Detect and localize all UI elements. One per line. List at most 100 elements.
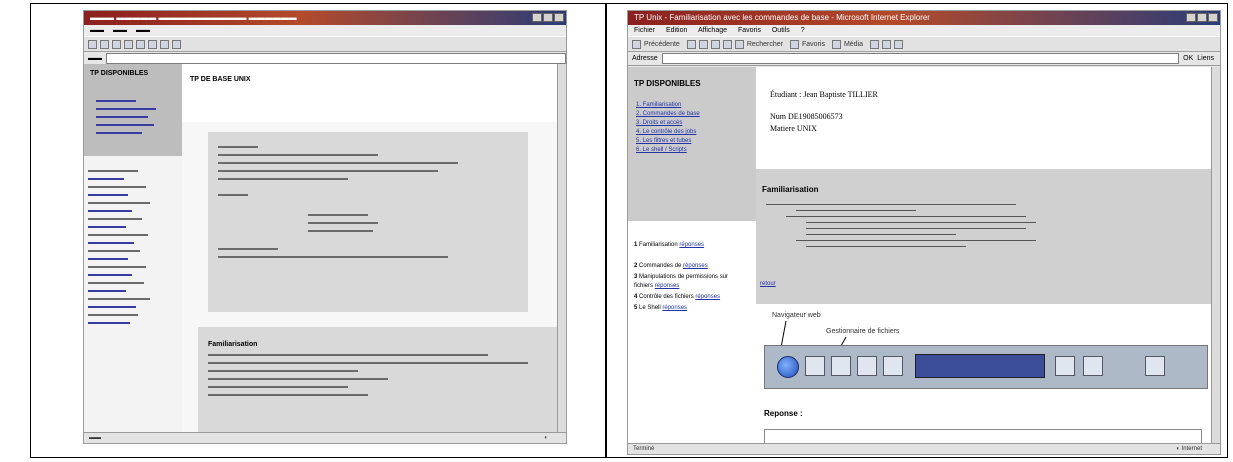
left-address-field[interactable] [106,53,566,64]
left-menu-item[interactable]: ▬▬ [90,27,104,34]
annotation-web-browser: Navigateur web [772,312,821,319]
left-window-controls[interactable] [532,13,564,22]
refresh-icon[interactable] [710,39,720,49]
forward-icon[interactable] [686,39,696,49]
maximize-icon[interactable] [543,13,553,22]
student-name: Étudiant : Jean Baptiste TILLIER [770,90,878,99]
right-sidebar-links: 1. Familiarisation 2. Commandes de base … [636,101,700,155]
left-sidebar-link[interactable] [96,132,142,134]
sidebar-link-2[interactable]: 2. Commandes de base [636,110,700,119]
answer-link-3[interactable]: réponses [655,283,680,289]
go-button[interactable]: OK [1183,55,1193,62]
answer-link-5[interactable]: réponses [662,305,687,311]
student-info: Étudiant : Jean Baptiste TILLIER Num DE1… [770,89,878,135]
answer-item-1: 1 Familiarisation réponses [634,242,705,248]
left-sidebar-links [96,94,166,140]
favorites-icon[interactable] [790,39,799,49]
right-vertical-scrollbar[interactable] [1211,67,1220,444]
menu-file[interactable]: Fichier [634,27,655,34]
subject-name: Matiere UNIX [770,124,817,133]
right-toolbar: Précédente Rechercher Favoris Média [628,36,1220,52]
maximize-icon[interactable] [1197,13,1207,22]
search-label[interactable]: Rechercher [747,41,783,48]
right-page-header: Étudiant : Jean Baptiste TILLIER Num DE1… [756,67,1212,170]
address-field[interactable] [661,53,1180,64]
right-address-bar: Adresse OK Liens [628,52,1220,66]
menu-tools[interactable]: Outils [772,27,790,34]
left-sidebar-link[interactable] [96,108,156,110]
menu-view[interactable]: Affichage [698,27,727,34]
left-status-bar: ▬▬ ◐ [84,432,566,443]
section-title: Familiarisation [762,185,819,194]
left-sidebar-link[interactable] [96,124,154,126]
back-icon[interactable] [88,39,97,49]
right-menu-bar: Fichier Edition Affichage Favoris Outils… [628,25,1220,36]
media-icon[interactable] [831,39,841,49]
links-label[interactable]: Liens [1197,55,1214,62]
home-icon[interactable] [722,39,732,49]
answer-textarea[interactable] [764,429,1202,444]
history-icon[interactable] [870,39,880,49]
answer-item-4: 4 Contrôle des fichiers réponses [634,294,721,300]
left-sidebar-link[interactable] [96,116,148,118]
desktop-panel-screenshot [764,345,1208,389]
back-label[interactable]: Précédente [644,41,680,48]
sidebar-link-1[interactable]: 1. Familiarisation [636,101,700,110]
close-icon[interactable] [554,13,564,22]
left-menu-item[interactable]: ▬▬ [113,27,127,34]
refresh-icon[interactable] [124,39,133,49]
left-familiarisation-block: Familiarisation [198,327,558,433]
media-label[interactable]: Média [844,41,863,48]
left-screenshot-frame: ▬▬▬ ▬▬▬▬▬ ▬▬▬▬▬▬▬▬▬▬▬ ▬▬▬▬▬▬ ▬▬ ▬▬ ▬▬ ▬▬ T… [30,3,606,458]
right-main-content: Familiarisation retour Navigateur web Ge… [756,169,1212,444]
sidebar-link-5[interactable]: 5. Les filtres et tubes [636,137,700,146]
search-icon[interactable] [148,39,157,49]
favorites-icon[interactable] [160,39,169,49]
menu-help[interactable]: ? [801,27,805,34]
right-status-bar: Terminé ◐ Internet [628,443,1220,454]
left-sidebar-link[interactable] [96,100,136,102]
back-link[interactable]: retour [760,281,776,287]
sidebar-link-4[interactable]: 4. Le contrôle des jobs [636,128,700,137]
sidebar-link-3[interactable]: 3. Droits et accès [636,119,700,128]
left-vertical-scrollbar[interactable] [557,64,566,433]
stop-icon[interactable] [698,39,708,49]
history-icon[interactable] [172,39,181,49]
left-sidebar-title: TP DISPONIBLES [90,70,149,77]
internet-zone: ◐ Internet [1176,446,1202,452]
panel-icon [1083,356,1103,376]
stop-icon[interactable] [112,39,121,49]
left-page-header: TP DE BASE UNIX [182,64,558,123]
menu-favorites[interactable]: Favoris [738,27,761,34]
panel-icon [883,356,903,376]
right-sidebar-title: TP DISPONIBLES [634,79,701,88]
left-menu-item[interactable]: ▬▬ [136,27,150,34]
left-toolbar [84,36,566,52]
favorites-label[interactable]: Favoris [802,41,825,48]
minimize-icon[interactable] [1186,13,1196,22]
right-screenshot-frame: TP Unix - Familiarisation avec les comma… [606,3,1228,458]
mail-icon[interactable] [882,39,892,49]
left-answer-index [84,156,183,433]
home-icon[interactable] [136,39,145,49]
panel-icon [1055,356,1075,376]
back-icon[interactable] [632,39,641,49]
menu-edit[interactable]: Edition [666,27,687,34]
file-manager-icon [831,356,851,376]
forward-icon[interactable] [100,39,109,49]
left-address-label: ▬▬ [88,55,102,62]
sidebar-link-6[interactable]: 6. Le shell / Scripts [636,146,700,155]
status-text: Terminé [633,446,655,452]
student-number: Num DE19085006573 [770,112,843,121]
right-window-controls[interactable] [1186,13,1218,22]
search-icon[interactable] [734,39,744,49]
answer-link-4[interactable]: réponses [695,294,720,300]
print-icon[interactable] [894,39,904,49]
answer-link-1[interactable]: réponses [679,242,704,248]
panel-icon [857,356,877,376]
close-icon[interactable] [1208,13,1218,22]
left-title-bar: ▬▬▬ ▬▬▬▬▬ ▬▬▬▬▬▬▬▬▬▬▬ ▬▬▬▬▬▬ [84,11,566,25]
answer-item-5: 5 Le Shell réponses [634,305,688,311]
minimize-icon[interactable] [532,13,542,22]
answer-link-2[interactable]: réponses [683,263,708,269]
